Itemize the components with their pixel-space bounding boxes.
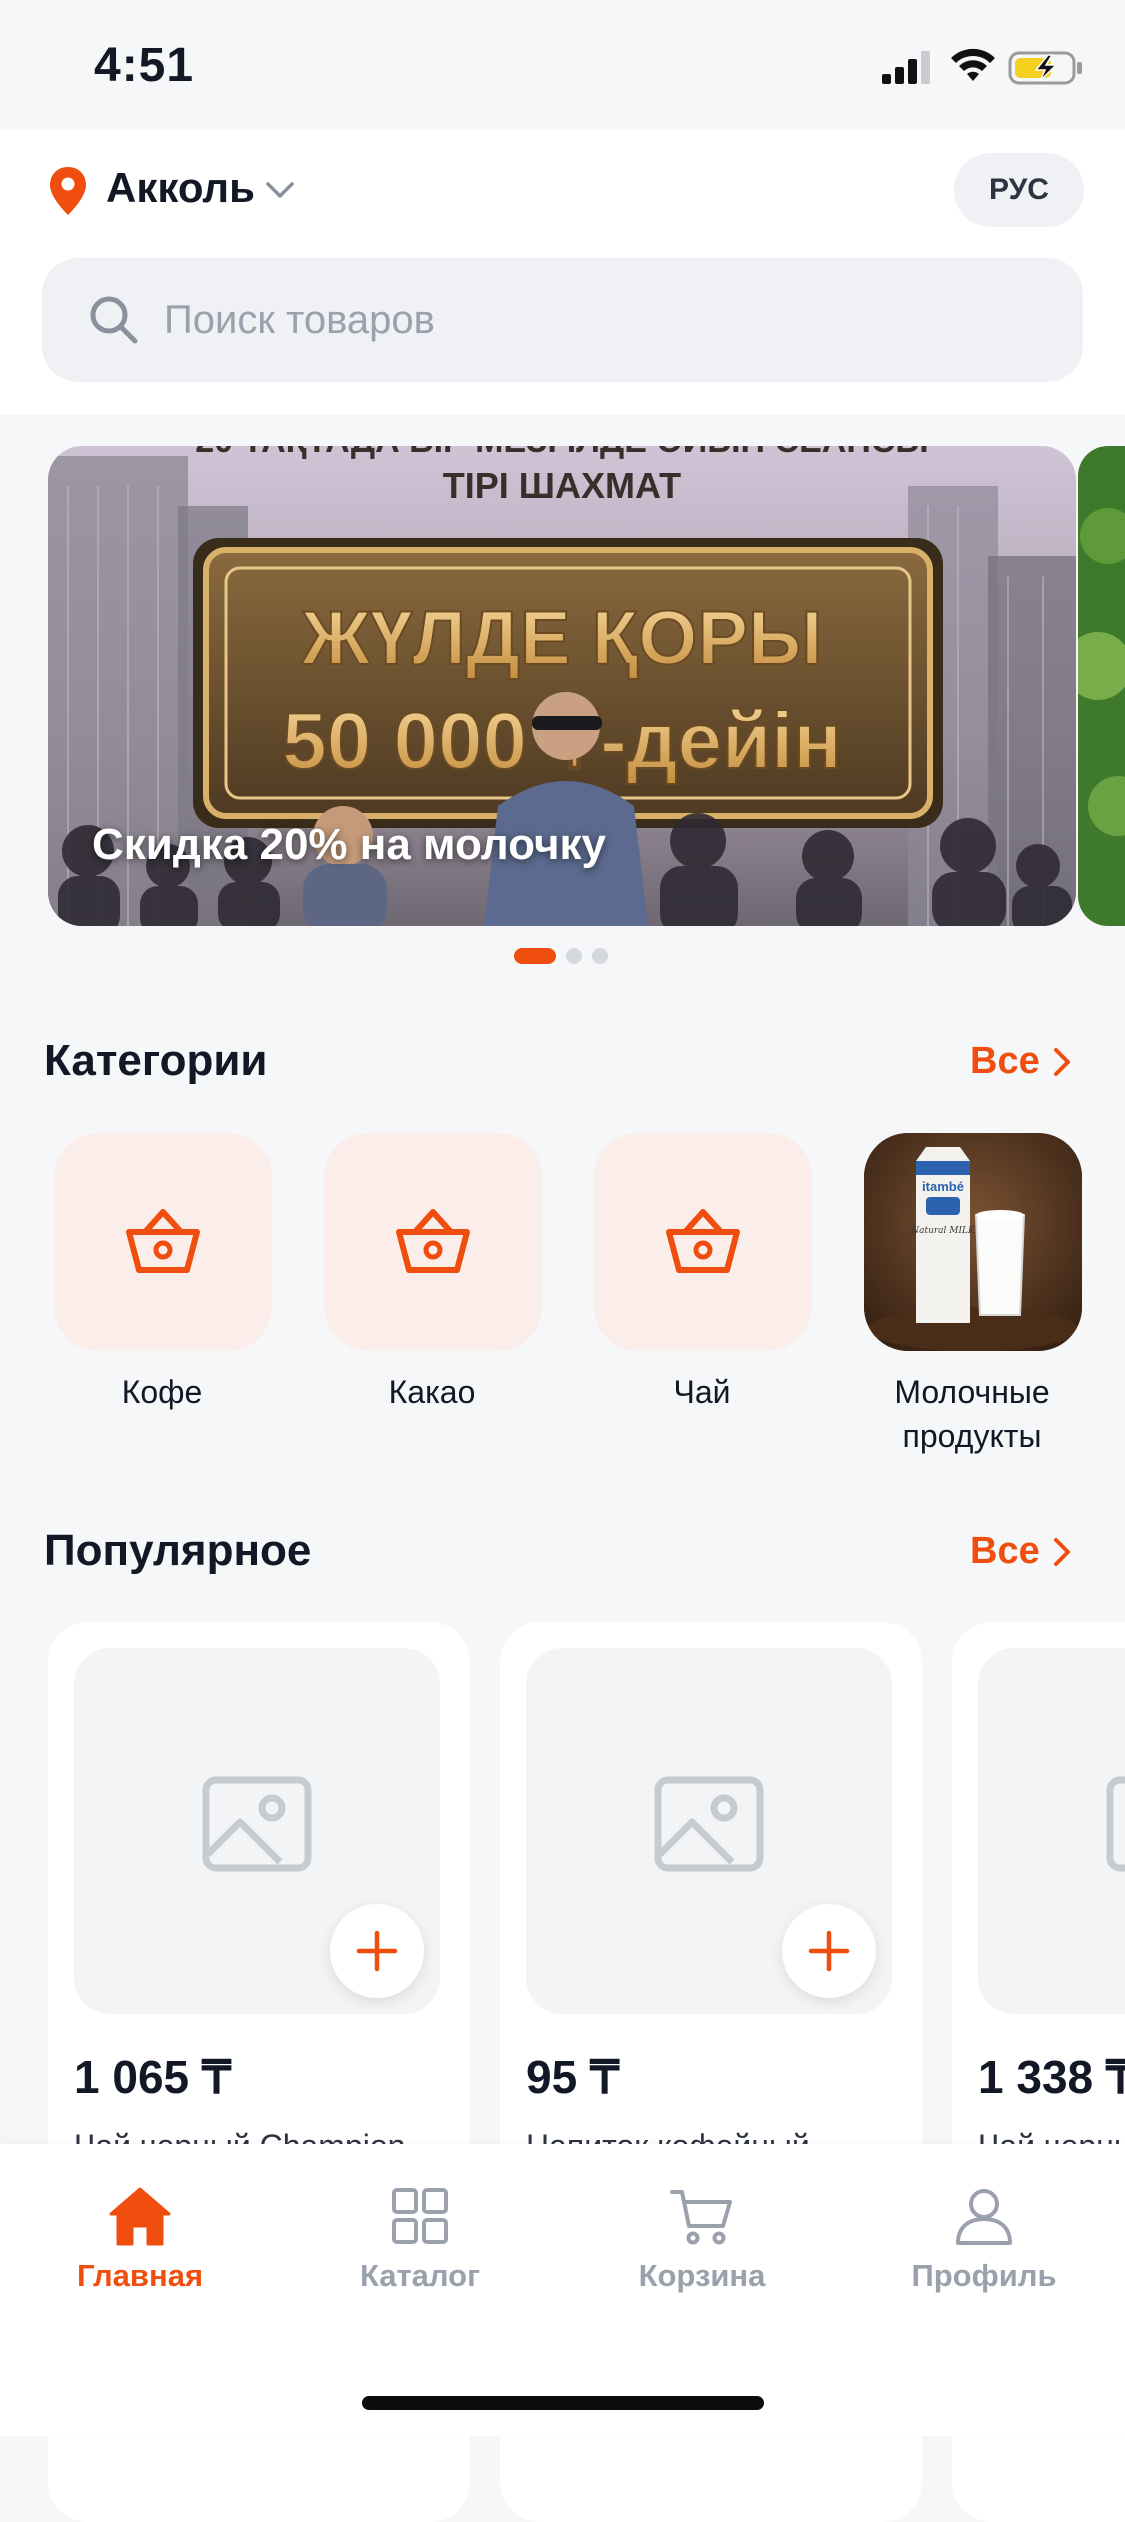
product-price: 1 065 ₸ [74,2051,232,2103]
carousel-pagination[interactable] [514,948,608,964]
basket-icon [666,1209,740,1273]
category-label[interactable]: Чай [572,1370,832,1414]
category-tile-coffee[interactable] [54,1133,272,1351]
category-label[interactable]: Кофе [32,1370,292,1414]
category-tile-cocoa[interactable] [324,1133,542,1351]
battery-charging-icon [1008,51,1082,85]
milk-product-text: Natural MILK [910,1226,976,1236]
see-all-label: Все [970,1040,1040,1082]
category-label[interactable]: Какао [302,1370,562,1414]
categories-title: Категории [44,1036,268,1085]
tab-label: Профиль [911,2258,1057,2293]
add-to-cart-button[interactable] [330,1904,424,1998]
popular-see-all-link[interactable]: Все [970,1530,1074,1573]
banner-plaque-line1: ЖҮЛДЕ ҚОРЫ [301,596,823,681]
next-banner-peek[interactable] [1078,446,1125,926]
location-pin-icon[interactable] [48,165,88,217]
image-placeholder-icon [1106,1776,1125,1872]
category-tile-tea[interactable] [594,1133,812,1351]
home-icon [109,2187,171,2246]
tab-label: Корзина [638,2258,766,2293]
pagination-dot[interactable] [592,948,608,964]
basket-icon [126,1209,200,1273]
product-image-placeholder [526,1648,892,2014]
banner-text-line2: ТІРІ ШАХМАТ [443,465,681,506]
next-banner-image [1078,446,1125,926]
chevron-right-icon [1053,1047,1070,1076]
language-button[interactable]: РУС [954,153,1084,227]
image-placeholder-icon [654,1776,764,1872]
pagination-dot[interactable] [566,948,582,964]
profile-icon [956,2189,1012,2245]
home-indicator[interactable] [362,2396,764,2410]
plus-icon [808,1930,850,1972]
search-input[interactable] [164,280,1044,360]
chevron-down-icon[interactable] [262,172,298,208]
category-label[interactable]: Молочные продукты [842,1370,1102,1458]
catalog-grid-icon [392,2188,448,2244]
cart-icon [670,2190,732,2245]
city-selector[interactable]: Акколь [106,164,255,212]
product-image-placeholder [978,1648,1125,2014]
popular-title: Популярное [44,1526,312,1575]
status-time: 4:51 [94,39,195,92]
banner-text-line1: 20 ТАҚТАДА БІР МЕЗГІЛДЕ ОЙЫН СЕАНСЫ [195,446,928,460]
milk-brand-text: itambé [922,1179,964,1194]
product-price: 1 338 ₸ [978,2051,1125,2103]
tab-cart[interactable]: Корзина [602,2186,802,2294]
plus-icon [356,1930,398,1972]
pagination-dot-active[interactable] [514,948,556,964]
tab-profile[interactable]: Профиль [884,2186,1084,2294]
milk-product-photo: itambé Natural MILK [864,1133,1082,1351]
image-placeholder-icon [202,1776,312,1872]
wifi-icon [951,48,995,81]
categories-see-all-link[interactable]: Все [970,1040,1074,1083]
category-tile-dairy[interactable]: itambé Natural MILK [864,1133,1082,1351]
search-icon [90,296,138,344]
tab-label: Главная [76,2258,204,2293]
product-price: 95 ₸ [526,2051,620,2103]
tab-home[interactable]: Главная [40,2186,240,2294]
chevron-right-icon [1053,1537,1070,1566]
cellular-signal-icon [882,51,930,84]
tab-label: Каталог [359,2258,481,2293]
tab-catalog[interactable]: Каталог [320,2186,520,2294]
product-image-placeholder [74,1648,440,2014]
add-to-cart-button[interactable] [782,1904,876,1998]
basket-icon [396,1209,470,1273]
banner-caption: Скидка 20% на молочку [92,820,606,869]
see-all-label: Все [970,1530,1040,1572]
